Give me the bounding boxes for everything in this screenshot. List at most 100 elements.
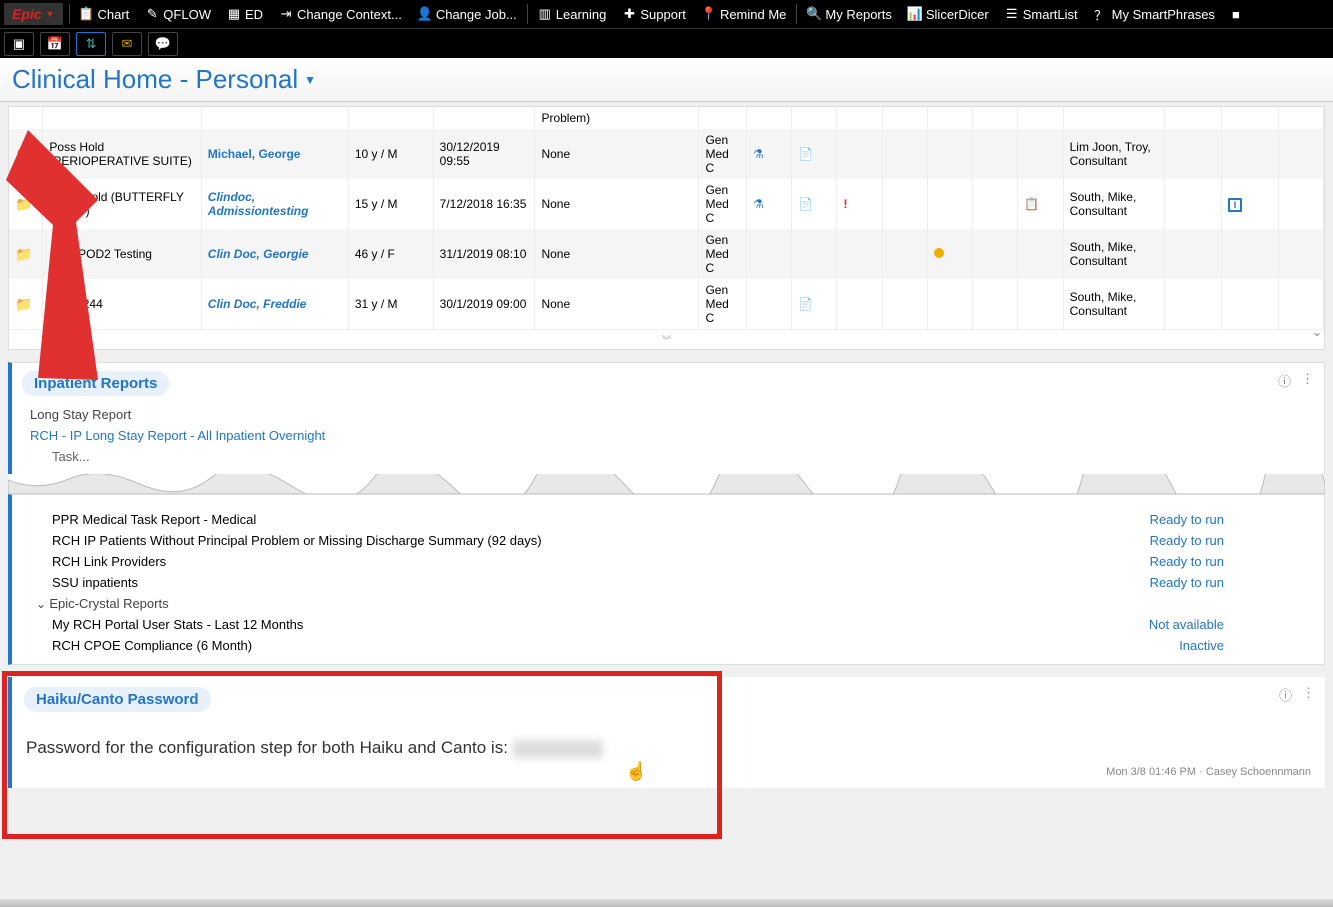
epic-menu-button[interactable]: Epic▼ bbox=[4, 3, 63, 25]
dashboard-button[interactable]: ▣ bbox=[4, 32, 34, 56]
inpatient-reports-panel: Inpatient Reports ⓘ ⋮ Long Stay Report R… bbox=[8, 362, 1325, 476]
panel-footer-timestamp: Mon 3/8 01:46 PM · Casey Schoennmann bbox=[1106, 766, 1311, 778]
flask-icon[interactable]: ⚗ bbox=[753, 197, 764, 211]
toolbar-my-smartphrases[interactable]: ？My SmartPhrases bbox=[1086, 5, 1223, 24]
info-icon[interactable]: ⓘ bbox=[1279, 685, 1292, 704]
table-row[interactable]: 📁Poss Hold (PERIOPERATIVE SUITE)Michael,… bbox=[9, 129, 1324, 179]
page-title-bar: Clinical Home - Personal ▼ bbox=[0, 58, 1333, 102]
pencil-icon: ✎ bbox=[145, 7, 159, 21]
report-label: PPR Medical Task Report - Medical bbox=[52, 512, 256, 527]
info-icon[interactable]: ⓘ bbox=[1278, 371, 1291, 390]
report-group-toggle[interactable]: Epic-Crystal Reports bbox=[22, 593, 1314, 614]
folder-icon: 📁 bbox=[15, 196, 32, 212]
panel-title: Inpatient Reports bbox=[22, 371, 169, 396]
service-cell: Gen Med C bbox=[699, 179, 747, 229]
table-row[interactable]: 📁Surg POD2 TestingClin Doc, Georgie46 y … bbox=[9, 229, 1324, 279]
folder-icon: 📁 bbox=[15, 296, 32, 312]
page-title[interactable]: Clinical Home - Personal ▼ bbox=[12, 64, 316, 95]
report-group-label: Long Stay Report bbox=[22, 404, 1314, 425]
mouse-cursor: ☝ bbox=[625, 761, 647, 782]
search-icon: 🔍 bbox=[807, 7, 821, 21]
chat-button[interactable]: 💬 bbox=[148, 32, 178, 56]
column-header-problem[interactable]: Problem) bbox=[535, 107, 699, 129]
service-cell: Gen Med C bbox=[699, 229, 747, 279]
haiku-password-text: Password for the configuration step for … bbox=[24, 738, 1313, 758]
toolbar-qflow[interactable]: ✎QFLOW bbox=[137, 5, 219, 24]
more-icon[interactable]: ⋮ bbox=[1301, 371, 1314, 390]
table-row[interactable]: 📁SGlid-244Clin Doc, Freddie31 y / M30/1/… bbox=[9, 279, 1324, 329]
patient-name-link[interactable]: Michael, George bbox=[208, 147, 301, 161]
toolbar-change-context[interactable]: ⇥Change Context... bbox=[271, 5, 410, 24]
note-icon[interactable]: 📄 bbox=[798, 297, 813, 311]
datetime-cell: 30/1/2019 09:00 bbox=[433, 279, 535, 329]
folder-icon: 📁 bbox=[15, 246, 32, 262]
report-link[interactable]: RCH - IP Long Stay Report - All Inpatien… bbox=[30, 428, 325, 443]
patient-list-table: Problem) 📁Poss Hold (PERIOPERATIVE SUITE… bbox=[8, 106, 1325, 350]
clipboard-icon[interactable]: 📋 bbox=[1024, 197, 1039, 211]
provider-cell: South, Mike, Consultant bbox=[1063, 279, 1165, 329]
location-cell: Poss Hold (PERIOPERATIVE SUITE) bbox=[43, 129, 201, 179]
alert-icon[interactable]: ! bbox=[843, 197, 847, 211]
note-icon[interactable]: 📄 bbox=[798, 147, 813, 161]
more-icon[interactable]: ⋮ bbox=[1302, 685, 1315, 704]
person-icon: 👤 bbox=[418, 7, 432, 21]
inbox-button[interactable]: ✉ bbox=[112, 32, 142, 56]
datetime-cell: 30/12/2019 09:55 bbox=[433, 129, 535, 179]
report-status-link[interactable]: Ready to run bbox=[1150, 512, 1314, 527]
report-row[interactable]: SSU inpatients Ready to run bbox=[22, 572, 1314, 593]
note-icon[interactable]: 📄 bbox=[798, 197, 813, 211]
report-status-link[interactable]: Not available bbox=[1149, 617, 1314, 632]
service-cell: Gen Med C bbox=[699, 279, 747, 329]
flask-icon[interactable]: ⚗ bbox=[753, 147, 764, 161]
exit-icon: ⇥ bbox=[279, 7, 293, 21]
patient-name-link[interactable]: Clindoc, Admissiontesting bbox=[208, 190, 309, 218]
calendar-icon: 📅 bbox=[47, 36, 63, 52]
status-dot-icon bbox=[934, 248, 944, 258]
toolbar-smartlist[interactable]: ☰SmartList bbox=[997, 5, 1086, 24]
video-icon[interactable]: ■ bbox=[1229, 7, 1243, 21]
report-label: RCH Link Providers bbox=[52, 554, 166, 569]
scroll-down-button[interactable]: ⌄ bbox=[1312, 325, 1322, 339]
text-fragment: Task... bbox=[22, 446, 1314, 467]
toolbar-support[interactable]: ✚Support bbox=[614, 5, 694, 24]
toolbar-change-job[interactable]: 👤Change Job... bbox=[410, 5, 525, 24]
toolbar-my-reports[interactable]: 🔍My Reports bbox=[799, 5, 899, 24]
provider-cell: South, Mike, Consultant bbox=[1063, 179, 1165, 229]
problem-cell: None bbox=[535, 229, 699, 279]
age-sex-cell: 31 y / M bbox=[348, 279, 433, 329]
report-status-link[interactable]: Ready to run bbox=[1150, 575, 1314, 590]
tasks-button[interactable]: ⇅ bbox=[76, 32, 106, 56]
dashboard-icon: ▣ bbox=[13, 36, 25, 52]
report-row[interactable]: RCH Link Providers Ready to run bbox=[22, 551, 1314, 572]
location-cell: Surg POD2 Testing bbox=[43, 229, 201, 279]
report-status-link[interactable]: Inactive bbox=[1179, 638, 1314, 653]
report-status-link[interactable]: Ready to run bbox=[1150, 533, 1314, 548]
location-cell: Posel Hold (BUTTERFLY WARD) bbox=[43, 179, 201, 229]
report-row[interactable]: PPR Medical Task Report - Medical Ready t… bbox=[22, 509, 1314, 530]
chart-icon: 📋 bbox=[80, 7, 94, 21]
expand-table-button[interactable]: ︾ bbox=[9, 329, 1324, 349]
datetime-cell: 31/1/2019 08:10 bbox=[433, 229, 535, 279]
report-label: SSU inpatients bbox=[52, 575, 138, 590]
info-badge[interactable]: I bbox=[1228, 198, 1242, 212]
toolbar-chart[interactable]: 📋Chart bbox=[72, 5, 138, 24]
report-row[interactable]: RCH IP Patients Without Principal Proble… bbox=[22, 530, 1314, 551]
toolbar-ed[interactable]: ▦ED bbox=[219, 5, 271, 24]
pin-icon: 📍 bbox=[702, 7, 716, 21]
toolbar-remind-me[interactable]: 📍Remind Me bbox=[694, 5, 794, 24]
toolbar-slicer-dicer[interactable]: 📊SlicerDicer bbox=[900, 5, 997, 24]
patient-name-link[interactable]: Clin Doc, Freddie bbox=[208, 297, 307, 311]
age-sex-cell: 15 y / M bbox=[348, 179, 433, 229]
table-header-row: Problem) bbox=[9, 107, 1324, 129]
calendar-button[interactable]: 📅 bbox=[40, 32, 70, 56]
haiku-canto-panel: Haiku/Canto Password ⓘ ⋮ Password for th… bbox=[8, 677, 1325, 788]
report-label: RCH CPOE Compliance (6 Month) bbox=[52, 638, 252, 653]
problem-cell: None bbox=[535, 129, 699, 179]
patient-name-link[interactable]: Clin Doc, Georgie bbox=[208, 247, 309, 261]
report-row[interactable]: RCH CPOE Compliance (6 Month) Inactive bbox=[22, 635, 1314, 656]
toolbar-learning[interactable]: ▥Learning bbox=[530, 5, 615, 24]
table-row[interactable]: 📁 Posel Hold (BUTTERFLY WARD)Clindoc, Adm… bbox=[9, 179, 1324, 229]
report-row[interactable]: My RCH Portal User Stats - Last 12 Month… bbox=[22, 614, 1314, 635]
report-status-link[interactable]: Ready to run bbox=[1150, 554, 1314, 569]
chevron-down-icon: ▼ bbox=[304, 73, 316, 87]
